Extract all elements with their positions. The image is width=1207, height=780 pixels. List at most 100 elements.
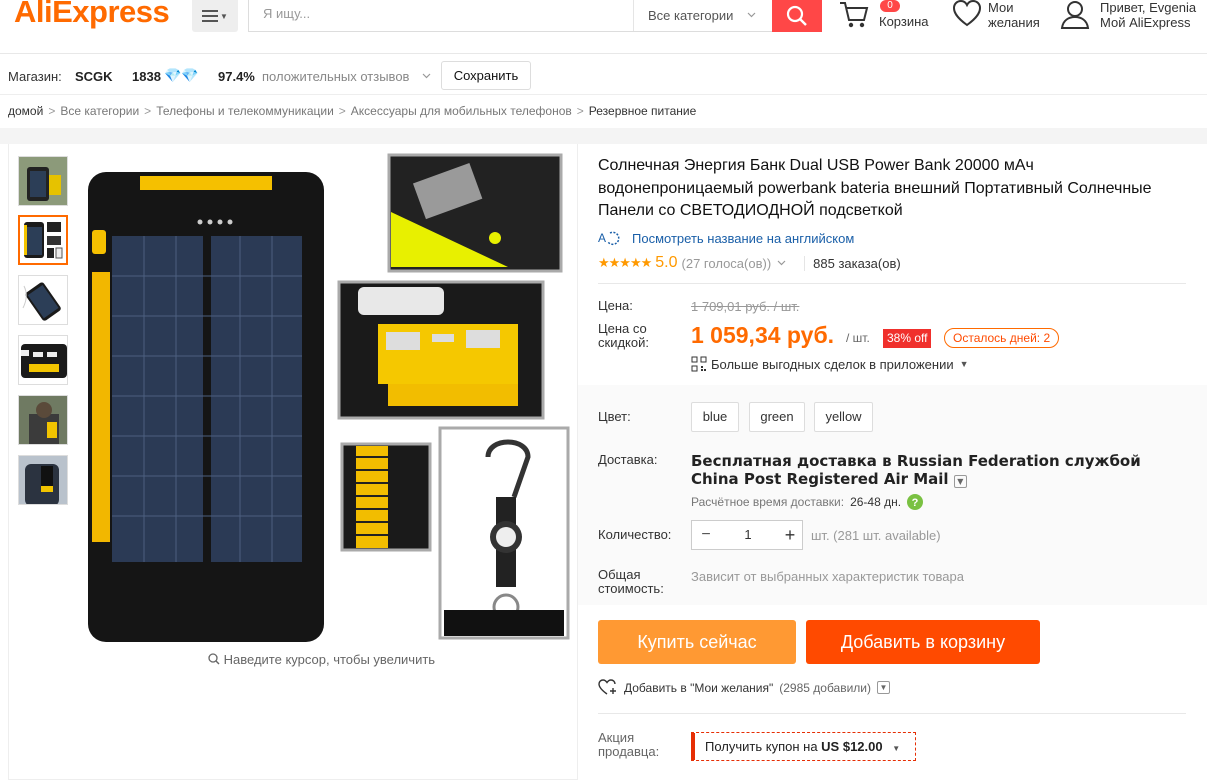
breadcrumb-separator: > — [48, 104, 56, 118]
breadcrumb-phones[interactable]: Телефоны и телекоммуникации — [156, 104, 334, 118]
category-select-value: Все категории — [648, 7, 734, 23]
store-score: 1838 — [132, 69, 161, 84]
search-icon — [786, 5, 807, 26]
shipping-method: Бесплатная доставка в Russian Federation… — [691, 452, 1191, 488]
my-aliexpress-link[interactable]: Мой AliExpress — [1100, 15, 1191, 30]
discount-price: 1 059,34 руб. — [691, 322, 835, 348]
breadcrumb: домой > Все категории > Телефоны и телекомму… — [8, 104, 696, 118]
quantity-input[interactable]: 1 — [720, 521, 776, 549]
breadcrumb-home[interactable]: домой — [8, 104, 43, 118]
color-option-blue[interactable]: blue — [691, 402, 739, 432]
app-deals-text[interactable]: Больше выгодных сделок в приложении — [711, 357, 954, 372]
thumbnail-6[interactable] — [18, 455, 68, 505]
wishlist-label-2: желания — [988, 15, 1040, 30]
thumbnail-3[interactable] — [18, 275, 68, 325]
rating-value: 5.0 — [655, 254, 678, 271]
shipping-options-toggle[interactable]: ▼ — [953, 475, 967, 488]
logo-text[interactable]: AliExpress — [14, 0, 170, 29]
translate-title-link[interactable]: A Посмотреть название на английском — [598, 230, 854, 246]
thumbnail-image — [20, 217, 66, 263]
thumbnail-2[interactable] — [18, 215, 68, 265]
chevron-down-icon[interactable] — [422, 73, 431, 79]
user-icon — [1060, 1, 1090, 29]
price-unit: / шт. — [846, 331, 870, 345]
category-select[interactable]: Все категории — [633, 0, 772, 31]
translate-icon: A — [598, 231, 620, 246]
svg-text:A: A — [598, 231, 606, 245]
cart-icon — [840, 2, 869, 28]
question-icon[interactable]: ? — [907, 494, 924, 510]
thumbnail-image — [19, 396, 67, 444]
logo-tm: ™ — [169, 0, 177, 3]
thumbnail-image — [19, 276, 67, 324]
discount-price-label-2: скидкой: — [598, 335, 649, 350]
search-input[interactable]: Я ищу... — [263, 6, 310, 21]
shipping-method-text: Бесплатная доставка в Russian Federation… — [691, 452, 1141, 488]
breadcrumb-all-categories[interactable]: Все категории — [60, 104, 139, 118]
color-label: Цвет: — [598, 409, 631, 424]
thumbnail-4[interactable] — [18, 335, 68, 385]
coupon-text: Получить купон на — [705, 739, 822, 754]
store-bar: Магазин: SCGK 1838 💎💎 97.4% положительны… — [0, 55, 1207, 95]
wishlist-dropdown-toggle[interactable]: ▼ — [877, 681, 891, 694]
quantity-decrease-button[interactable]: − — [692, 521, 720, 549]
breadcrumb-separator: > — [144, 104, 152, 118]
shipping-estimate-value: 26-48 дн. — [850, 495, 902, 509]
qr-icon — [691, 356, 707, 372]
divider — [598, 713, 1186, 714]
magnifier-icon — [208, 653, 220, 665]
quantity-available: шт. (281 шт. available) — [811, 528, 941, 543]
heart-plus-icon — [598, 679, 616, 695]
translate-link-text[interactable]: Посмотреть название на английском — [632, 231, 854, 246]
thumbnail-image — [19, 336, 67, 384]
categories-menu-button[interactable]: ▼ — [192, 0, 238, 32]
total-price-text: Зависит от выбранных характеристик товар… — [691, 569, 964, 584]
main-product-image[interactable] — [88, 152, 570, 644]
positive-feedback-label[interactable]: положительных отзывов — [262, 69, 409, 84]
color-option-yellow[interactable]: yellow — [814, 402, 873, 432]
section-divider — [0, 128, 1207, 144]
chevron-down-icon[interactable] — [777, 260, 786, 266]
add-to-wishlist[interactable]: Добавить в "Мои желания" (2985 добавили)… — [598, 679, 891, 696]
chevron-down-icon — [747, 12, 756, 18]
discount-badge: 38% off — [883, 329, 932, 348]
quantity-increase-button[interactable]: + — [776, 521, 804, 549]
rating-row: ★★★★★ 5.0 (27 голоса(ов)) 885 заказа(ов) — [598, 254, 901, 272]
quantity-stepper: − 1 + — [691, 520, 803, 550]
site-header: AliExpress™ ▼ Я ищу... Все категории 0 К… — [0, 0, 1207, 54]
breadcrumb-current: Резервное питание — [588, 104, 697, 118]
votes-count[interactable]: (27 голоса(ов)) — [682, 256, 772, 271]
color-option-green[interactable]: green — [749, 402, 805, 432]
total-label-2: стоимость: — [598, 581, 664, 596]
shipping-estimate: Расчётное время доставки: 26-48 дн. ? — [691, 494, 924, 510]
shipping-estimate-label: Расчётное время доставки: — [691, 495, 845, 509]
menu-icon — [202, 10, 219, 22]
wishlist-add-text[interactable]: Добавить в "Мои желания" — [624, 681, 773, 695]
cart-count-badge: 0 — [880, 0, 900, 12]
coupon-amount: US $12.00 — [821, 739, 883, 754]
search-button[interactable] — [772, 0, 822, 32]
cart-label: Корзина — [879, 14, 929, 29]
aliexpress-logo[interactable]: AliExpress™ — [14, 0, 177, 30]
promo-label-2: продавца: — [598, 744, 660, 759]
chevron-down-icon: ▼ — [220, 11, 228, 21]
total-label-1: Общая — [598, 567, 641, 582]
buy-now-button[interactable]: Купить сейчас — [598, 620, 796, 664]
add-to-cart-button[interactable]: Добавить в корзину — [806, 620, 1040, 664]
orders-count: 885 заказа(ов) — [804, 255, 901, 271]
app-deals-link[interactable]: Больше выгодных сделок в приложении ▼ — [691, 356, 969, 372]
save-store-button[interactable]: Сохранить — [441, 61, 531, 90]
thumbnail-1[interactable] — [18, 156, 68, 206]
positive-percent: 97.4% — [218, 69, 255, 84]
product-photo — [88, 152, 570, 644]
zoom-hint: Наведите курсор, чтобы увеличить — [208, 652, 435, 667]
breadcrumb-accessories[interactable]: Аксессуары для мобильных телефонов — [351, 104, 572, 118]
store-name[interactable]: SCGK — [75, 69, 113, 84]
thumbnail-5[interactable] — [18, 395, 68, 445]
star-rating: ★★★★★ — [598, 255, 652, 270]
caret-down-icon: ▼ — [892, 744, 901, 753]
get-coupon-dropdown[interactable]: Получить купон на US $12.00 ▼ — [691, 732, 916, 761]
original-price: 1 709,01 руб. / шт. — [691, 299, 800, 314]
breadcrumb-separator: > — [576, 104, 584, 118]
svg-text:?: ? — [912, 497, 919, 509]
